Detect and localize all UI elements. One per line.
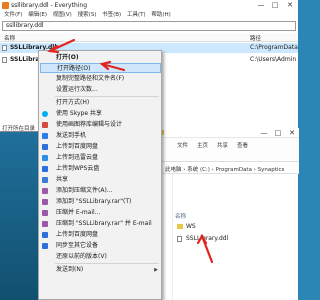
winrar-icon: [42, 221, 48, 227]
menu-item-label: 共享: [56, 176, 69, 183]
menu-tools[interactable]: 工具(T): [127, 11, 146, 20]
menu-file[interactable]: 文件(F): [4, 11, 22, 20]
menu-view[interactable]: 视图(V): [53, 11, 72, 20]
menu-item-label: 打开(O): [56, 54, 79, 61]
winrar-icon: [42, 210, 48, 216]
menu-item-paint-edit[interactable]: 使用画图荐库编辑与设计: [40, 120, 161, 130]
menu-item-upload-wps[interactable]: 上传到WPS云盘: [40, 164, 161, 174]
winrar-icon: [42, 188, 48, 194]
sync-icon: [42, 243, 48, 249]
menu-item-label: 复制完整路径和文件名(F): [56, 75, 125, 82]
item-name: SSLLibrary.ddl: [186, 235, 229, 242]
menu-item-label: 使用 Skype 共享: [56, 110, 102, 117]
menu-item-compress-email[interactable]: 压缩并 E-mail...: [40, 208, 161, 218]
file-icon: [2, 57, 7, 63]
wps-cloud-icon: [42, 166, 48, 172]
menu-item-label: 设置运行次数...: [56, 86, 98, 93]
title-bar: ssllibrary.ddl - Everything — □ ✕: [0, 0, 298, 11]
share-icon: [42, 177, 48, 183]
ribbon-tab-home[interactable]: 主页: [197, 141, 208, 149]
context-menu: 打开(O) 打开路径(O) 复制完整路径和文件名(F) 设置运行次数... 打开…: [38, 50, 162, 300]
menu-item-share[interactable]: 共享: [40, 175, 161, 185]
menu-item-label: 压缩到 "SSLLibrary.rar" 并 E-mail: [56, 220, 152, 227]
menu-bookmarks[interactable]: 书签(B): [102, 11, 121, 20]
menu-item-upload-xunlei[interactable]: 上传到迅雷云盘: [40, 153, 161, 163]
menu-item-label: 打开方式(H): [56, 99, 90, 106]
menu-item-open-path[interactable]: 打开路径(O): [40, 63, 161, 73]
explorer-close-button[interactable]: ✕: [285, 129, 299, 138]
close-button[interactable]: ✕: [283, 1, 297, 10]
everything-app-icon: [2, 2, 9, 9]
menu-item-label: 上传到百度网盘: [56, 231, 99, 238]
explorer-title-bar: — □ ✕: [147, 128, 299, 138]
menu-search[interactable]: 搜索(S): [78, 11, 97, 20]
file-icon: [177, 236, 182, 242]
menu-separator: [55, 96, 159, 97]
paint-icon: [42, 122, 48, 128]
explorer-ribbon: 文件 主页 共享 查看: [147, 138, 299, 162]
results-header: 名称 路径: [0, 33, 298, 42]
menu-item-label: 同步至其它设备: [56, 242, 99, 249]
menu-item-label: 发送到(N): [56, 266, 84, 273]
ribbon-tab-view[interactable]: 查看: [237, 141, 248, 149]
menu-help[interactable]: 帮助(H): [151, 11, 170, 20]
list-item[interactable]: WS: [177, 223, 257, 231]
menu-item-label: 压缩并 E-mail...: [56, 209, 101, 216]
menu-separator: [55, 263, 159, 264]
column-path-header[interactable]: 路径: [250, 34, 261, 42]
ribbon-tab-share[interactable]: 共享: [217, 141, 228, 149]
explorer-minimize-button[interactable]: —: [257, 129, 271, 138]
menu-item-label: 上传到迅雷云盘: [56, 154, 99, 161]
menu-item-label: 发送到手机: [56, 132, 87, 139]
baidu-cloud-icon: [42, 232, 48, 238]
menu-item-label: 上传到WPS云盘: [56, 165, 100, 172]
baidu-cloud-icon: [42, 144, 48, 150]
breadcrumb[interactable]: 此电脑 › 系统 (C:) › ProgramData › Synaptics: [165, 165, 284, 173]
menu-item-label: 打开路径(O): [57, 65, 91, 72]
menu-item-label: 添加到 "SSLLibrary.rar"(T): [56, 198, 132, 205]
menu-edit[interactable]: 编辑(E): [28, 11, 47, 20]
menu-bar: 文件(F) 编辑(E) 视图(V) 搜索(S) 书签(B) 工具(T) 帮助(H…: [0, 11, 298, 20]
winrar-icon: [42, 199, 48, 205]
submenu-arrow-icon: ▶: [154, 267, 158, 273]
menu-item-skype-share[interactable]: 使用 Skype 共享: [40, 109, 161, 119]
menu-item-label: 上传到百度网盘: [56, 143, 99, 150]
phone-icon: [42, 133, 48, 139]
search-input[interactable]: ssllibrary.ddl: [2, 21, 296, 31]
skype-icon: [42, 111, 48, 117]
menu-item-send-to[interactable]: 发送到(N) ▶: [40, 265, 161, 275]
menu-item-label: 还原以前的版本(V): [56, 253, 107, 260]
folder-icon: [177, 224, 183, 229]
maximize-button[interactable]: □: [268, 1, 282, 10]
menu-item-open-with[interactable]: 打开方式(H): [40, 98, 161, 108]
menu-item-set-run-count[interactable]: 设置运行次数...: [40, 85, 161, 95]
result-path: C:\Users\Admin: [250, 56, 297, 63]
explorer-window: — □ ✕ 文件 主页 共享 查看 ‹ 此电脑 › 系统 (C:) › Prog…: [146, 128, 299, 300]
explorer-maximize-button[interactable]: □: [271, 129, 285, 138]
menu-item-label: 添加到压缩文件(A)...: [56, 187, 113, 194]
minimize-button[interactable]: —: [254, 1, 268, 10]
result-path: C:\ProgramData: [250, 44, 298, 51]
menu-item-restore-previous[interactable]: 还原以前的版本(V): [40, 252, 161, 262]
xunlei-cloud-icon: [42, 155, 48, 161]
menu-item-compress-rar-email[interactable]: 压缩到 "SSLLibrary.rar" 并 E-mail: [40, 219, 161, 229]
window-title: ssllibrary.ddl - Everything: [11, 2, 88, 9]
menu-item-upload-baidu[interactable]: 上传到百度网盘: [40, 142, 161, 152]
menu-item-send-to-phone[interactable]: 发送到手机: [40, 131, 161, 141]
list-item[interactable]: SSLLibrary.ddl: [177, 235, 257, 243]
address-bar[interactable]: ‹ 此电脑 › 系统 (C:) › ProgramData › Synaptic…: [147, 162, 299, 174]
column-name-header[interactable]: 名称: [175, 212, 186, 220]
menu-item-sync-devices[interactable]: 同步至其它设备: [40, 241, 161, 251]
column-name-header[interactable]: 名称: [4, 34, 15, 42]
ribbon-tab-file[interactable]: 文件: [177, 141, 188, 149]
file-icon: [2, 45, 7, 51]
menu-item-open[interactable]: 打开(O): [40, 53, 161, 63]
menu-item-upload-baidu-2[interactable]: 上传到百度网盘: [40, 230, 161, 240]
item-name: WS: [186, 223, 196, 230]
menu-item-label: 使用画图荐库编辑与设计: [56, 121, 123, 128]
menu-item-copy-full-path[interactable]: 复制完整路径和文件名(F): [40, 74, 161, 84]
menu-item-add-to-archive[interactable]: 添加到压缩文件(A)...: [40, 186, 161, 196]
menu-item-add-to-rar[interactable]: 添加到 "SSLLibrary.rar"(T): [40, 197, 161, 207]
